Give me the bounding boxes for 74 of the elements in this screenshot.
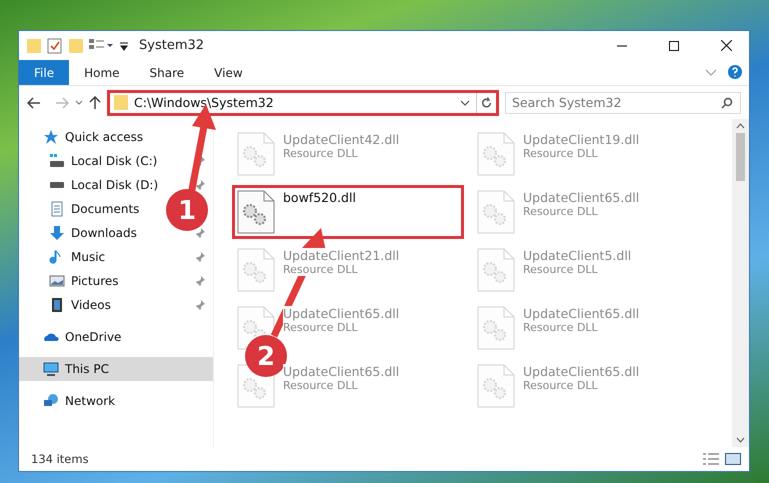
item-count: 134 items — [31, 452, 90, 466]
back-arrow-icon[interactable] — [27, 96, 41, 108]
gear-file-icon — [477, 364, 515, 408]
close-icon — [720, 40, 732, 51]
scroll-down-icon[interactable] — [736, 437, 745, 443]
gear-file-icon — [237, 132, 275, 176]
sidebar-item[interactable]: Network — [19, 389, 213, 413]
file-name: UpdateClient65.dll — [523, 306, 640, 321]
picture-icon — [49, 273, 65, 289]
file-type: Resource DLL — [523, 379, 598, 392]
ribbon-tab[interactable]: View — [199, 60, 258, 85]
sidebar-item[interactable]: This PC — [19, 357, 213, 381]
file-name: UpdateClient19.dll — [523, 132, 640, 147]
sidebar-item[interactable]: Documents — [19, 197, 140, 221]
large-icons-view-icon[interactable] — [725, 453, 741, 465]
file-type: Resource DLL — [283, 147, 358, 160]
sidebar-item[interactable]: Music — [19, 245, 106, 269]
file-name: bowf520.dll — [283, 190, 356, 205]
sidebar-item[interactable]: Downloads — [19, 221, 137, 245]
scroll-thumb[interactable] — [736, 133, 745, 181]
sidebar-item[interactable]: Pictures — [19, 269, 119, 293]
search-field[interactable]: Search System32 — [505, 92, 741, 114]
details-view-icon[interactable] — [703, 453, 719, 465]
file-type: Resource DLL — [283, 263, 358, 276]
film-icon — [49, 297, 65, 313]
gear-file-icon — [477, 248, 515, 292]
properties-icon[interactable] — [47, 38, 63, 54]
file-name: UpdateClient21.dll — [283, 248, 400, 263]
sidebar-item[interactable]: OneDrive — [19, 325, 213, 349]
maximize-icon — [669, 40, 679, 50]
file-type: Resource DLL — [523, 321, 598, 334]
recent-caret-icon[interactable] — [75, 100, 83, 106]
folder-icon — [27, 38, 41, 54]
sidebar-item[interactable]: Videos — [19, 293, 111, 317]
file-type: Resource DLL — [523, 147, 598, 160]
document-icon — [49, 201, 65, 217]
gear-file-icon — [477, 306, 515, 350]
network-icon — [43, 393, 59, 409]
file-type: Resource DLL — [283, 321, 358, 334]
minimize-icon — [617, 44, 627, 46]
sidebar-item[interactable]: Local Disk (C:) — [19, 149, 158, 173]
file-name: UpdateClient5.dll — [523, 248, 632, 263]
file-type: Resource DLL — [523, 263, 598, 276]
ribbon-tab[interactable]: Home — [69, 60, 135, 85]
down-arrow-icon — [49, 225, 65, 241]
sidebar-item[interactable]: Quick access — [19, 125, 213, 149]
monitor-icon — [43, 361, 59, 377]
drive-icon — [49, 182, 65, 188]
step-badge: 1 — [166, 189, 208, 231]
search-icon — [721, 96, 733, 108]
drive-icon — [49, 153, 65, 169]
scroll-up-icon[interactable] — [736, 123, 745, 129]
address-bar[interactable]: C:\Windows\System32 — [107, 90, 499, 116]
file-name: UpdateClient65.dll — [283, 306, 400, 321]
up-arrow-icon[interactable] — [89, 96, 101, 110]
gear-file-icon — [477, 132, 515, 176]
sidebar-item[interactable]: Local Disk (D:) — [19, 173, 158, 197]
file-name: UpdateClient65.dll — [523, 190, 640, 205]
gear-file-icon — [477, 190, 515, 234]
file-type: Resource DLL — [523, 205, 598, 218]
file-type: Resource DLL — [283, 379, 358, 392]
file-item[interactable]: bowf520.dll — [232, 185, 464, 239]
dropdown-caret-icon[interactable] — [119, 40, 129, 50]
file-name: UpdateClient42.dll — [283, 132, 400, 147]
scrollbar[interactable] — [732, 119, 749, 447]
window-title: System32 — [139, 38, 206, 53]
folder-icon — [114, 95, 128, 110]
gear-file-icon — [237, 248, 275, 292]
gear-file-icon — [237, 190, 275, 234]
ribbon-tab[interactable]: File — [19, 60, 70, 85]
chevron-down-icon[interactable] — [460, 98, 470, 106]
star-icon — [43, 129, 59, 145]
file-name: UpdateClient65.dll — [523, 364, 640, 379]
ribbon-tab[interactable]: Share — [134, 60, 200, 85]
